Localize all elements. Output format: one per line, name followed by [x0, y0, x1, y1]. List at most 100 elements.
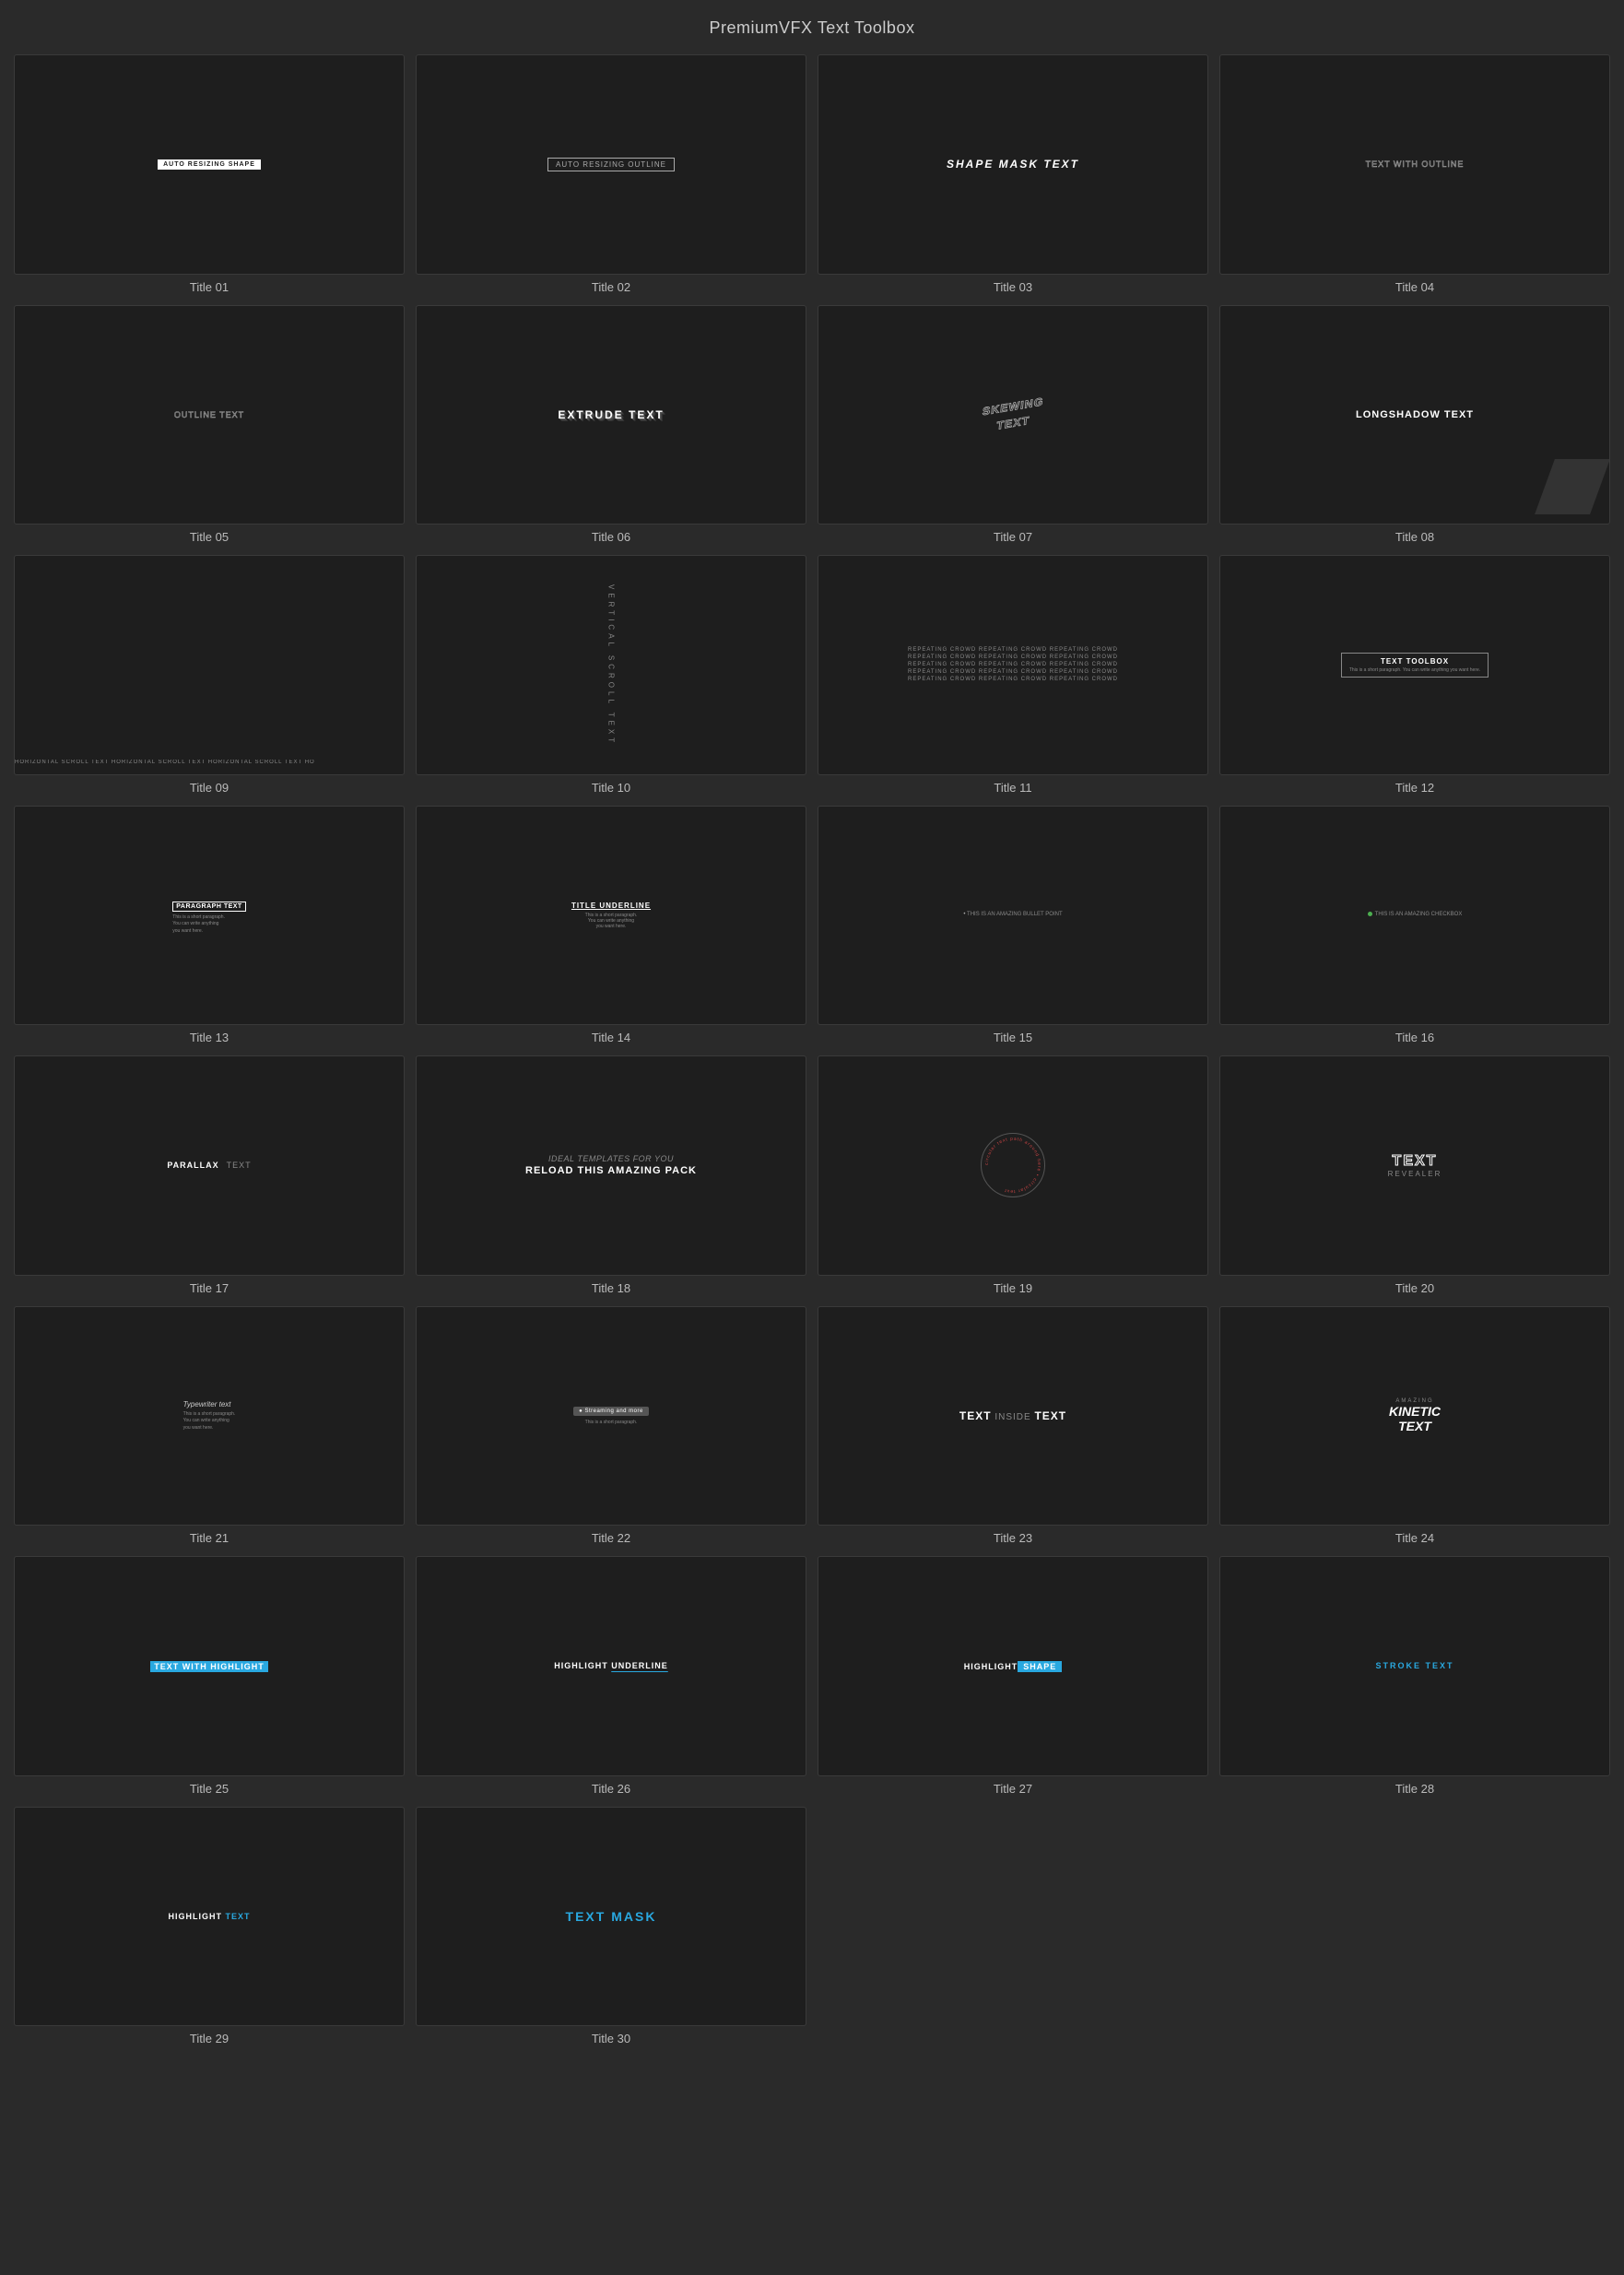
thumbnail-20[interactable]: TEXT REVEALER	[1219, 1055, 1610, 1276]
card-label-02: Title 02	[592, 280, 630, 294]
thumbnail-23[interactable]: TEXT INSIDE TEXT	[818, 1306, 1208, 1526]
card-label-30: Title 30	[592, 2032, 630, 2045]
thumb-text-10: VERTICAL SCROLL TEXT	[607, 584, 616, 746]
thumb-text-29: HIGHLIGHT TEXT	[168, 1912, 250, 1921]
card-label-05: Title 05	[190, 530, 229, 544]
thumbnail-08[interactable]: LONGSHADOW TEXT	[1219, 305, 1610, 525]
card-06[interactable]: EXTRUDE TEXT Title 06	[416, 305, 806, 545]
card-label-24: Title 24	[1395, 1531, 1434, 1545]
thumbnail-14[interactable]: TITLE UNDERLINE This is a short paragrap…	[416, 806, 806, 1026]
card-05[interactable]: OUTLINE TEXT Title 05	[14, 305, 405, 545]
card-label-15: Title 15	[994, 1031, 1032, 1044]
card-13[interactable]: PARAGRAPH TEXT This is a short paragraph…	[14, 806, 405, 1045]
card-23[interactable]: TEXT INSIDE TEXT Title 23	[818, 1306, 1208, 1546]
card-label-26: Title 26	[592, 1782, 630, 1796]
card-01[interactable]: AUTO RESIZING SHAPE Title 01	[14, 54, 405, 294]
card-02[interactable]: AUTO RESIZING OUTLINE Title 02	[416, 54, 806, 294]
thumb-text-12: TEXT TOOLBOX This is a short paragraph. …	[1341, 653, 1489, 678]
card-16[interactable]: THIS IS AN AMAZING CHECKBOX Title 16	[1219, 806, 1610, 1045]
thumbnail-13[interactable]: PARAGRAPH TEXT This is a short paragraph…	[14, 806, 405, 1026]
card-03[interactable]: SHAPE MASK TEXT Title 03	[818, 54, 1208, 294]
card-26[interactable]: HIGHLIGHT UNDERLINE Title 26	[416, 1556, 806, 1796]
card-29[interactable]: HIGHLIGHT TEXT Title 29	[14, 1807, 405, 2046]
thumbnail-17[interactable]: PARALLAX TEXT	[14, 1055, 405, 1276]
card-17[interactable]: PARALLAX TEXT Title 17	[14, 1055, 405, 1295]
thumb-text-19: circular text path around here • circula…	[981, 1133, 1045, 1197]
thumbnail-27[interactable]: HIGHLIGHT SHAPE	[818, 1556, 1208, 1776]
thumbnail-12[interactable]: TEXT TOOLBOX This is a short paragraph. …	[1219, 555, 1610, 775]
card-label-14: Title 14	[592, 1031, 630, 1044]
thumbnail-29[interactable]: HIGHLIGHT TEXT	[14, 1807, 405, 2027]
thumb-text-09: HORIZONTAL SCROLL TEXT HORIZONTAL SCROLL…	[15, 760, 404, 765]
card-label-20: Title 20	[1395, 1281, 1434, 1295]
page-title: PremiumVFX Text Toolbox	[14, 18, 1610, 38]
thumbnail-10[interactable]: VERTICAL SCROLL TEXT	[416, 555, 806, 775]
thumbnail-04[interactable]: TEXT WITH OUTLINE	[1219, 54, 1610, 275]
card-04[interactable]: TEXT WITH OUTLINE Title 04	[1219, 54, 1610, 294]
thumbnail-02[interactable]: AUTO RESIZING OUTLINE	[416, 54, 806, 275]
thumb-text-23: TEXT INSIDE TEXT	[959, 1409, 1066, 1422]
thumbnail-16[interactable]: THIS IS AN AMAZING CHECKBOX	[1219, 806, 1610, 1026]
card-15[interactable]: THIS IS AN AMAZING BULLET POINT Title 15	[818, 806, 1208, 1045]
card-label-25: Title 25	[190, 1782, 229, 1796]
thumbnail-24[interactable]: AMAZING KINETICTEXT	[1219, 1306, 1610, 1526]
card-label-16: Title 16	[1395, 1031, 1434, 1044]
card-label-21: Title 21	[190, 1531, 229, 1545]
thumbnail-18[interactable]: IDEAL TEMPLATES FOR YOU RELOAD THIS AMAZ…	[416, 1055, 806, 1276]
thumb-text-08: LONGSHADOW TEXT	[1356, 409, 1474, 420]
card-08[interactable]: LONGSHADOW TEXT Title 08	[1219, 305, 1610, 545]
card-label-18: Title 18	[592, 1281, 630, 1295]
thumb-text-07a: SKEWING	[982, 395, 1044, 418]
thumbnail-28[interactable]: STROKE TEXT	[1219, 1556, 1610, 1776]
thumbnail-07[interactable]: SKEWING TEXT	[818, 305, 1208, 525]
thumbnail-19[interactable]: circular text path around here • circula…	[818, 1055, 1208, 1276]
thumbnail-22[interactable]: ● Streaming and more This is a short par…	[416, 1306, 806, 1526]
thumb-text-17: PARALLAX TEXT	[167, 1161, 251, 1170]
card-label-22: Title 22	[592, 1531, 630, 1545]
thumb-text-14: TITLE UNDERLINE This is a short paragrap…	[571, 902, 651, 929]
thumbnail-30[interactable]: TEXT MASK	[416, 1807, 806, 2027]
card-27[interactable]: HIGHLIGHT SHAPE Title 27	[818, 1556, 1208, 1796]
card-25[interactable]: TEXT WITH HIGHLIGHT Title 25	[14, 1556, 405, 1796]
thumbnail-09[interactable]: HORIZONTAL SCROLL TEXT HORIZONTAL SCROLL…	[14, 555, 405, 775]
card-20[interactable]: TEXT REVEALER Title 20	[1219, 1055, 1610, 1295]
thumbnail-01[interactable]: AUTO RESIZING SHAPE	[14, 54, 405, 275]
thumb-text-24: AMAZING KINETICTEXT	[1389, 1398, 1441, 1433]
thumbnail-05[interactable]: OUTLINE TEXT	[14, 305, 405, 525]
card-21[interactable]: Typewriter text This is a short paragrap…	[14, 1306, 405, 1546]
thumbnail-25[interactable]: TEXT WITH HIGHLIGHT	[14, 1556, 405, 1776]
card-label-29: Title 29	[190, 2032, 229, 2045]
card-label-04: Title 04	[1395, 280, 1434, 294]
card-30[interactable]: TEXT MASK Title 30	[416, 1807, 806, 2046]
card-07[interactable]: SKEWING TEXT Title 07	[818, 305, 1208, 545]
thumb-text-16: THIS IS AN AMAZING CHECKBOX	[1363, 907, 1467, 924]
thumbnail-15[interactable]: THIS IS AN AMAZING BULLET POINT	[818, 806, 1208, 1026]
card-28[interactable]: STROKE TEXT Title 28	[1219, 1556, 1610, 1796]
card-label-11: Title 11	[994, 781, 1031, 795]
thumbnail-21[interactable]: Typewriter text This is a short paragrap…	[14, 1306, 405, 1526]
card-label-27: Title 27	[994, 1782, 1032, 1796]
card-label-10: Title 10	[592, 781, 630, 795]
thumb-text-25: TEXT WITH HIGHLIGHT	[150, 1657, 268, 1674]
card-19[interactable]: circular text path around here • circula…	[818, 1055, 1208, 1295]
card-label-07: Title 07	[994, 530, 1032, 544]
thumbnail-grid: AUTO RESIZING SHAPE Title 01 AUTO RESIZI…	[14, 54, 1610, 2045]
thumbnail-06[interactable]: EXTRUDE TEXT	[416, 305, 806, 525]
card-label-28: Title 28	[1395, 1782, 1434, 1796]
thumbnail-11[interactable]: Repeating Crowd Repeating Crowd Repeatin…	[818, 555, 1208, 775]
thumbnail-26[interactable]: HIGHLIGHT UNDERLINE	[416, 1556, 806, 1776]
card-label-12: Title 12	[1395, 781, 1434, 795]
card-24[interactable]: AMAZING KINETICTEXT Title 24	[1219, 1306, 1610, 1546]
card-22[interactable]: ● Streaming and more This is a short par…	[416, 1306, 806, 1546]
thumbnail-03[interactable]: SHAPE MASK TEXT	[818, 54, 1208, 275]
card-10[interactable]: VERTICAL SCROLL TEXT Title 10	[416, 555, 806, 795]
card-11[interactable]: Repeating Crowd Repeating Crowd Repeatin…	[818, 555, 1208, 795]
thumb-text-02: AUTO RESIZING OUTLINE	[547, 158, 675, 171]
card-12[interactable]: TEXT TOOLBOX This is a short paragraph. …	[1219, 555, 1610, 795]
card-14[interactable]: TITLE UNDERLINE This is a short paragrap…	[416, 806, 806, 1045]
thumb-text-26: HIGHLIGHT UNDERLINE	[554, 1661, 668, 1670]
card-18[interactable]: IDEAL TEMPLATES FOR YOU RELOAD THIS AMAZ…	[416, 1055, 806, 1295]
thumb-text-15: THIS IS AN AMAZING BULLET POINT	[959, 907, 1066, 924]
thumb-text-22: ● Streaming and more This is a short par…	[573, 1407, 649, 1425]
card-09[interactable]: HORIZONTAL SCROLL TEXT HORIZONTAL SCROLL…	[14, 555, 405, 795]
